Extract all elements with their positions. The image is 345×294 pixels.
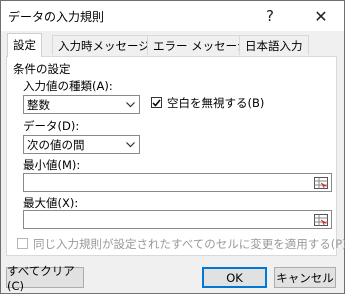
chevron-down-icon — [122, 136, 139, 153]
data-validation-dialog: データの入力規則 ? ✕ 設定 入力時メッセージ エラー メッセージ 日本語入力… — [0, 0, 345, 294]
apply-all-checkbox[interactable] — [17, 238, 28, 249]
ok-label: OK — [226, 270, 243, 285]
data-dropdown[interactable]: 次の値の間 — [23, 135, 140, 154]
title-bar: データの入力規則 ? ✕ — [1, 1, 344, 31]
clear-all-button[interactable]: すべてクリア(C) — [6, 264, 84, 293]
allow-value: 整数 — [27, 98, 50, 112]
max-input[interactable] — [23, 210, 332, 229]
tab-settings-label: 設定 — [13, 38, 36, 52]
tab-input-message-label: 入力時メッセージ — [58, 39, 150, 53]
tab-error-message-label: エラー メッセージ — [153, 39, 249, 53]
range-select-icon[interactable] — [311, 211, 331, 228]
max-label: 最大値(X): — [23, 196, 79, 210]
settings-panel: 条件の設定 入力値の種類(A): 整数 空白を無視する(B) データ(D): 次… — [6, 56, 345, 256]
min-label: 最小値(M): — [23, 158, 81, 172]
ignore-blank-checkbox[interactable] — [151, 97, 162, 108]
chevron-down-icon — [122, 96, 139, 113]
criteria-group-label: 条件の設定 — [13, 62, 71, 76]
ignore-blank-label: 空白を無視する(B) — [167, 96, 265, 110]
data-value: 次の値の間 — [27, 138, 85, 152]
ok-button[interactable]: OK — [202, 267, 267, 288]
help-button[interactable]: ? — [255, 1, 285, 31]
allow-label: 入力値の種類(A): — [23, 79, 113, 93]
range-select-icon[interactable] — [311, 174, 331, 191]
tab-input-message[interactable]: 入力時メッセージ — [52, 35, 156, 55]
apply-all-label: 同じ入力規則が設定されたすべてのセルに変更を適用する(P) — [33, 237, 345, 251]
data-label: データ(D): — [23, 119, 80, 133]
tab-ime-label: 日本語入力 — [245, 39, 303, 53]
min-input[interactable] — [23, 173, 332, 192]
allow-dropdown[interactable]: 整数 — [23, 95, 140, 114]
checkmark-icon — [152, 99, 161, 107]
dialog-title: データの入力規則 — [8, 10, 105, 24]
clear-all-label: すべてクリア(C) — [7, 263, 75, 293]
tab-settings[interactable]: 設定 — [7, 33, 42, 57]
cancel-button[interactable]: キャンセル — [274, 267, 336, 288]
close-button[interactable]: ✕ — [306, 1, 336, 31]
tab-ime[interactable]: 日本語入力 — [239, 35, 309, 55]
cancel-label: キャンセル — [276, 270, 334, 285]
